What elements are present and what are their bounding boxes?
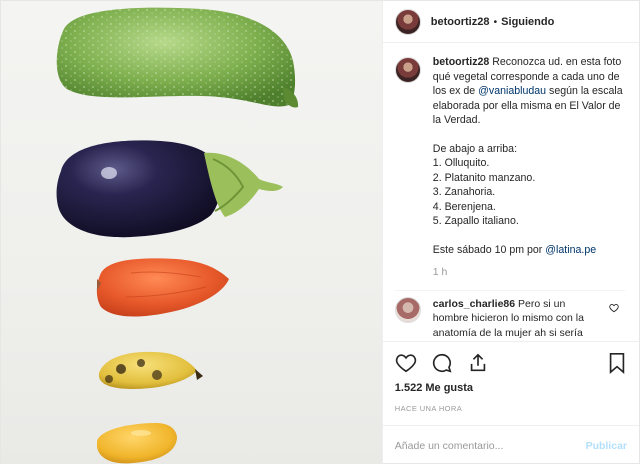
post-timestamp[interactable]: HACE UNA HORA <box>395 404 627 413</box>
mention-link[interactable]: @vaniabludau <box>478 85 546 97</box>
share-icon[interactable] <box>467 352 489 374</box>
mention-link[interactable]: @latina.pe <box>545 244 596 256</box>
actions-bar: 1.522 Me gusta HACE UNA HORA <box>382 341 639 425</box>
caption-age[interactable]: 1 h <box>433 265 625 280</box>
eggplant-shape <box>56 140 283 238</box>
comment-avatar[interactable] <box>394 296 421 323</box>
post-photo[interactable] <box>1 1 383 464</box>
comments-section: betoortiz28 Reconozca ud. en esta foto q… <box>383 43 639 341</box>
instagram-post: betoortiz28 • Siguiendo betoortiz28 Reco… <box>0 0 640 464</box>
follow-status-button[interactable]: Siguiendo <box>501 16 554 28</box>
carrot-shape <box>96 258 229 317</box>
caption-list-item: 4. Berenjena. <box>432 200 496 213</box>
add-comment-input[interactable]: Añade un comentario... <box>395 440 504 452</box>
caption-list-item: 5. Zapallo italiano. <box>432 215 519 227</box>
like-comment-heart-icon[interactable] <box>609 303 619 316</box>
caption-list-item: 3. Zanahoria. <box>432 186 496 198</box>
post-side-panel: betoortiz28 • Siguiendo betoortiz28 Reco… <box>382 1 639 464</box>
vegetables-image <box>56 7 299 464</box>
add-comment-bar: Añade un comentario... Publicar <box>382 425 639 464</box>
bookmark-icon[interactable] <box>607 352 627 374</box>
caption: betoortiz28 Reconozca ud. en esta foto q… <box>394 55 625 290</box>
olluco-shape <box>97 423 177 464</box>
caption-list-title: De abajo a arriba: <box>432 142 518 155</box>
comment-username[interactable]: carlos_charlie86 <box>433 298 515 310</box>
post-header: betoortiz28 • Siguiendo <box>382 1 639 43</box>
publish-button[interactable]: Publicar <box>586 440 627 452</box>
comment-item: carlos_charlie86 Pero si un hombre hicie… <box>394 289 625 341</box>
avatar[interactable] <box>394 8 421 35</box>
caption-username[interactable]: betoortiz28 <box>433 56 490 68</box>
caption-list-item: 1. Olluquito. <box>432 157 490 169</box>
separator-dot: • <box>493 15 498 28</box>
comment-text-block: carlos_charlie86 Pero si un hombre hicie… <box>433 297 601 341</box>
heart-icon[interactable] <box>395 352 417 374</box>
comment-icon[interactable] <box>431 352 453 374</box>
likes-count[interactable]: 1.522 Me gusta <box>395 382 627 394</box>
caption-footer: Este sábado 10 pm por <box>432 243 543 256</box>
zucchini-shape <box>56 7 299 108</box>
banana-shape <box>98 351 203 389</box>
header-username[interactable]: betoortiz28 <box>431 16 490 28</box>
caption-list-item: 2. Platanito manzano. <box>432 171 536 184</box>
caption-body: betoortiz28 Reconozca ud. en esta foto q… <box>433 55 625 290</box>
caption-avatar[interactable] <box>394 57 421 83</box>
action-icons <box>395 350 627 376</box>
